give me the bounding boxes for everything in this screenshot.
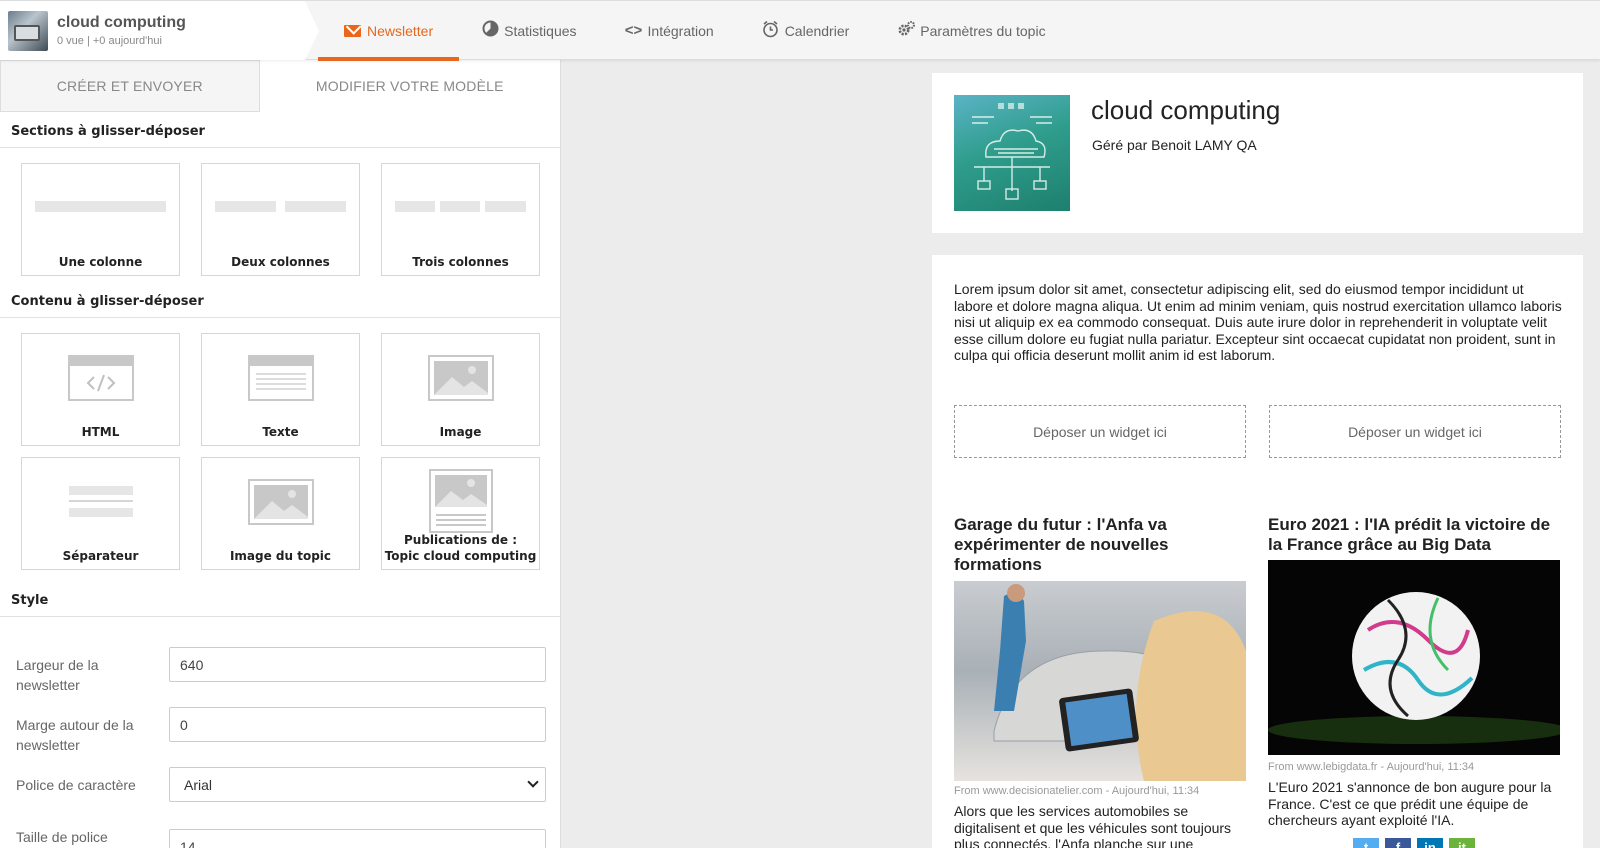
facebook-icon[interactable]: f <box>1385 838 1411 848</box>
form-row-width: Largeur de la newsletter <box>0 647 560 707</box>
tab-statistiques-label: Statistiques <box>504 22 577 39</box>
content-separateur[interactable]: Séparateur <box>21 457 180 570</box>
margin-input[interactable] <box>169 707 546 742</box>
sections-tiles: Une colonne Deux colonnes Trois colonnes <box>0 148 560 276</box>
tab-parametres-label: Paramètres du topic <box>920 22 1046 39</box>
tab-integration[interactable]: <> Intégration <box>603 1 740 60</box>
topic-image-icon <box>247 479 314 525</box>
tab-modifier-modele[interactable]: MODIFIER VOTRE MODÈLE <box>259 60 560 112</box>
linkedin-icon[interactable]: in <box>1417 838 1443 848</box>
social-share-bar: t f in it <box>1353 838 1475 848</box>
font-size-label: Taille de police <box>16 829 108 845</box>
width-label: Largeur de la newsletter <box>16 657 99 693</box>
tile-label: HTML <box>81 425 120 439</box>
intro-text[interactable]: Lorem ipsum dolor sit amet, consectetur … <box>954 281 1562 364</box>
top-bar: cloud computing 0 vue | +0 aujourd'hui N… <box>0 0 1600 61</box>
article-image-euro[interactable] <box>1268 560 1560 755</box>
article-excerpt: L'Euro 2021 s'annonce de bon augure pour… <box>1268 779 1552 828</box>
chevron-down-icon <box>527 776 539 788</box>
tab-calendrier[interactable]: Calendrier <box>740 1 876 60</box>
article-title[interactable]: Garage du futur : l'Anfa va expérimenter… <box>954 515 1246 575</box>
article-title[interactable]: Euro 2021 : l'IA prédit la victoire de l… <box>1268 515 1560 555</box>
alarm-clock-icon <box>762 20 780 42</box>
pie-chart-icon <box>481 20 499 41</box>
tile-label: Une colonne <box>58 255 143 269</box>
tile-label: Publications de : Topic cloud computing <box>382 532 539 564</box>
content-tiles: HTML Texte Image Séparateur Image du top… <box>0 318 560 570</box>
tab-calendrier-label: Calendrier <box>784 22 850 39</box>
newsletter-header[interactable]: cloud computing Géré par Benoit LAMY QA <box>932 73 1583 233</box>
tile-label: Séparateur <box>62 549 139 563</box>
font-select-value: Arial <box>184 776 213 793</box>
tab-statistiques[interactable]: Statistiques <box>459 1 602 60</box>
topic-title: cloud computing <box>57 14 186 31</box>
content-publications[interactable]: Publications de : Topic cloud computing <box>381 457 540 570</box>
tile-label: Image du topic <box>229 549 332 563</box>
tab-newsletter-label: Newsletter <box>367 22 434 39</box>
publications-icon <box>428 469 493 533</box>
style-heading: Style <box>0 581 560 617</box>
editor-tabs: CRÉER ET ENVOYER MODIFIER VOTRE MODÈLE <box>0 60 560 112</box>
tab-parametres[interactable]: Paramètres du topic <box>875 1 1071 60</box>
topic-header[interactable]: cloud computing 0 vue | +0 aujourd'hui <box>0 1 319 60</box>
content-texte[interactable]: Texte <box>201 333 360 446</box>
sections-heading: Sections à glisser-déposer <box>0 112 560 148</box>
editor-panel: CRÉER ET ENVOYER MODIFIER VOTRE MODÈLE S… <box>0 60 561 848</box>
font-size-input[interactable] <box>169 829 546 848</box>
newsletter-owner: Géré par Benoit LAMY QA <box>1092 137 1257 153</box>
section-one-column[interactable]: Une colonne <box>21 163 180 276</box>
section-three-columns[interactable]: Trois colonnes <box>381 163 540 276</box>
article-source: From www.lebigdata.fr - Aujourd'hui, 11:… <box>1268 761 1475 773</box>
widget-dropzone-right[interactable]: Déposer un widget ici <box>1269 405 1561 458</box>
scoopit-icon[interactable]: it <box>1449 838 1475 848</box>
image-icon <box>427 355 494 401</box>
article-excerpt: Alors que les services automobiles se di… <box>954 803 1232 848</box>
text-block-icon <box>247 355 314 401</box>
form-row-margin: Marge autour de la newsletter <box>0 707 560 767</box>
content-html[interactable]: HTML <box>21 333 180 446</box>
tile-label: Image <box>439 425 482 439</box>
tile-label-line2: Topic cloud computing <box>384 549 537 563</box>
topic-stats: 0 vue | +0 aujourd'hui <box>57 35 162 47</box>
tile-label-line1: Publications de : <box>403 533 518 547</box>
section-two-columns[interactable]: Deux colonnes <box>201 163 360 276</box>
gears-icon <box>897 20 916 42</box>
tile-label: Trois colonnes <box>412 255 509 269</box>
envelope-icon <box>344 24 361 37</box>
tile-label: Deux colonnes <box>231 255 330 269</box>
width-input[interactable] <box>169 647 546 682</box>
newsletter-title: cloud computing <box>1091 95 1281 125</box>
form-row-font-size: Taille de police <box>0 811 560 848</box>
font-select[interactable]: Arial <box>169 767 546 802</box>
one-column-icon <box>35 201 166 212</box>
widget-dropzone-left[interactable]: Déposer un widget ici <box>954 405 1246 458</box>
style-form: Largeur de la newsletter Marge autour de… <box>0 647 560 848</box>
tab-creer-envoyer[interactable]: CRÉER ET ENVOYER <box>0 60 260 112</box>
tab-integration-label: Intégration <box>647 22 714 39</box>
twitter-icon[interactable]: t <box>1353 838 1379 848</box>
tile-label: Texte <box>262 425 299 439</box>
html-code-icon <box>67 355 134 401</box>
tab-newsletter[interactable]: Newsletter <box>318 1 460 61</box>
article-source: From www.decisionatelier.com - Aujourd'h… <box>954 785 1200 797</box>
topic-thumbnail <box>8 11 48 51</box>
code-icon: <> <box>624 22 643 39</box>
article-image-garage[interactable] <box>954 581 1246 781</box>
main-nav: Newsletter Statistiques <> Intégration C… <box>318 1 1072 61</box>
content-heading: Contenu à glisser-déposer <box>0 282 560 318</box>
content-image-topic[interactable]: Image du topic <box>201 457 360 570</box>
margin-label: Marge autour de la newsletter <box>16 717 134 753</box>
font-label: Police de caractère <box>16 777 136 793</box>
topic-cover-image <box>954 95 1070 211</box>
content-image[interactable]: Image <box>381 333 540 446</box>
